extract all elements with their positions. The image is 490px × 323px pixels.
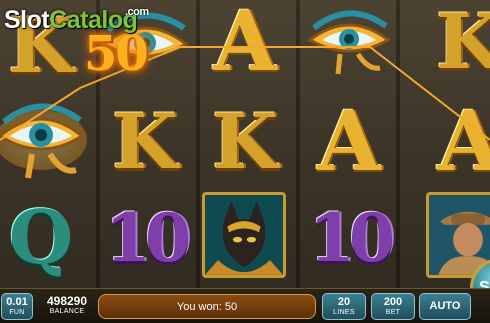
site-logo: SlotCatalog .com	[4, 4, 149, 36]
reel-3: A K	[196, 0, 294, 288]
bet-value: 200	[383, 296, 403, 308]
symbol-10-glyph: 10	[105, 199, 191, 277]
control-bar: 0.01 FUN 498290 BALANCE You won: 50 20 L…	[0, 288, 490, 323]
symbol-10: 10	[96, 190, 194, 286]
balance-display: 498290 BALANCE	[42, 293, 92, 320]
symbol-a: A	[420, 94, 490, 190]
symbol-cat-woman	[196, 188, 294, 284]
eye-of-horus-icon	[0, 103, 87, 179]
symbol-k: K	[196, 94, 294, 190]
symbol-a: A	[196, 0, 294, 90]
cat-woman-portrait	[202, 192, 286, 278]
lines-value: 20	[337, 296, 351, 308]
coin-value: 0.01	[6, 296, 28, 308]
symbol-k: K	[420, 0, 490, 90]
bet-button[interactable]: 200 BET	[371, 293, 415, 320]
reel-4: A 10	[300, 0, 398, 288]
eye-of-horus-icon	[307, 10, 391, 75]
coin-value-button[interactable]: 0.01 FUN	[1, 293, 33, 320]
symbol-a-glyph: A	[437, 94, 490, 190]
cat-woman-icon	[205, 195, 283, 275]
symbol-q-glyph: Q	[8, 195, 74, 281]
symbol-a-glyph: A	[213, 0, 277, 90]
reel-1: K Q	[0, 0, 90, 288]
coin-label: FUN	[9, 309, 25, 316]
symbol-10: 10	[300, 190, 398, 286]
symbol-eye-of-horus	[300, 0, 398, 84]
symbol-q: Q	[0, 190, 90, 286]
bet-label: BET	[385, 309, 401, 316]
lines-label: LINES	[333, 309, 355, 316]
symbol-k: K	[96, 94, 194, 190]
symbol-a: A	[300, 94, 398, 190]
symbol-k-glyph: K	[111, 97, 179, 186]
logo-text-com: .com	[125, 6, 149, 18]
symbol-a-glyph: A	[317, 94, 381, 190]
balance-value: 498290	[46, 294, 88, 308]
symbol-k-glyph: K	[435, 0, 490, 86]
reel-5: K A	[420, 0, 490, 288]
explorer-icon	[429, 195, 490, 275]
autoplay-button[interactable]: AUTO	[419, 293, 471, 320]
lines-button[interactable]: 20 LINES	[322, 293, 366, 320]
symbol-k-glyph: K	[211, 97, 279, 186]
symbol-eye-of-horus	[0, 92, 90, 188]
balance-label: BALANCE	[49, 308, 85, 315]
symbol-10-glyph: 10	[309, 199, 395, 277]
win-message: You won: 50	[98, 294, 316, 319]
slot-game: K Q K 10 A K A 10 K A 50 SlotCatalog .co…	[0, 0, 490, 323]
logo-text-slot: Slot	[4, 6, 50, 34]
